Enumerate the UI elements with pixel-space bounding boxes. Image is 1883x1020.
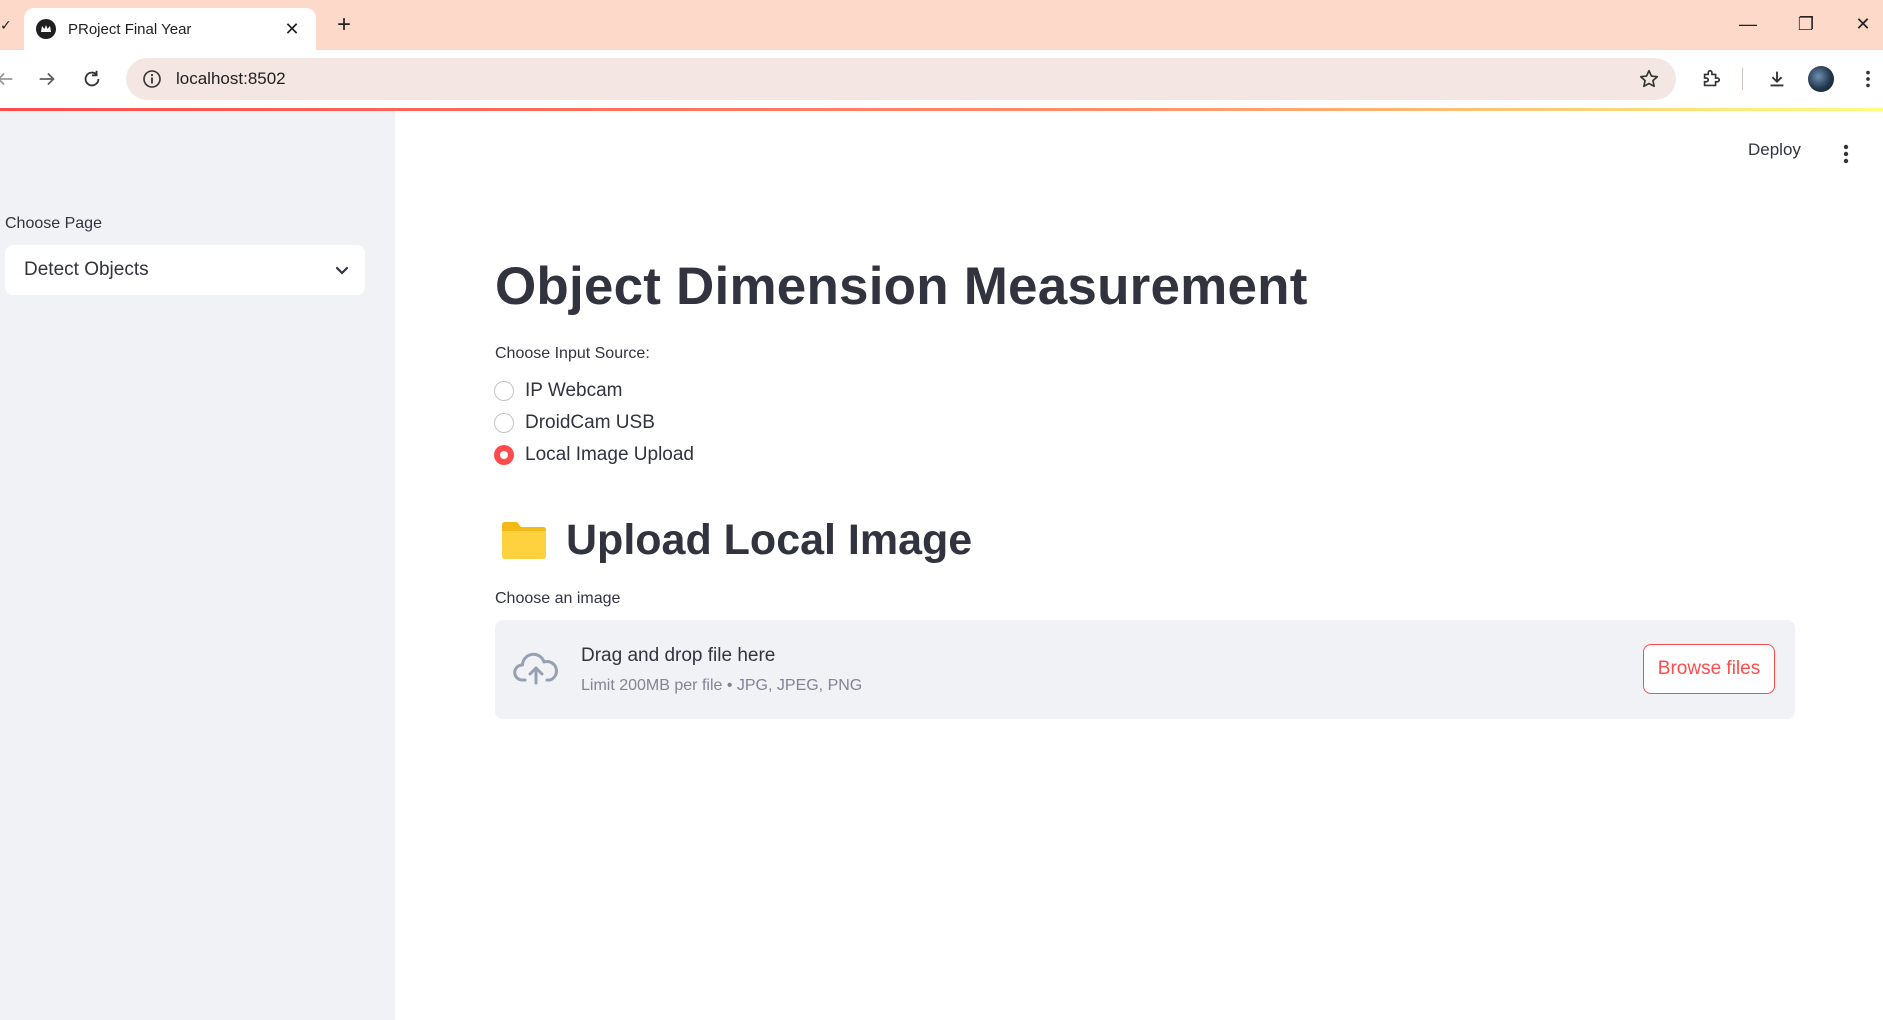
folder-icon <box>502 522 546 559</box>
profile-avatar[interactable] <box>1808 66 1834 92</box>
forward-arrow-icon[interactable] <box>32 64 62 94</box>
page-select-label: Choose Page <box>5 215 102 232</box>
back-arrow-icon[interactable] <box>0 64 20 94</box>
reload-icon[interactable] <box>77 64 107 94</box>
cloud-upload-icon <box>513 652 558 685</box>
chevron-down-icon[interactable] <box>333 261 351 279</box>
page-select-value[interactable]: Detect Objects <box>24 259 333 281</box>
new-tab-button[interactable]: + <box>330 12 358 40</box>
browse-files-button[interactable]: Browse files <box>1643 644 1775 694</box>
radio-circle-selected[interactable] <box>494 445 514 465</box>
kebab-icon[interactable] <box>1836 142 1856 166</box>
browser-menu-icon[interactable] <box>1853 64 1883 94</box>
radio-option-label: IP Webcam <box>525 380 623 401</box>
close-window-button[interactable]: ✕ <box>1843 10 1883 38</box>
toolbar-divider <box>1742 68 1743 90</box>
radio-option-label: DroidCam USB <box>525 412 655 433</box>
dropzone-limit-text: Limit 200MB per file • JPG, JPEG, PNG <box>581 677 863 694</box>
radio-local-image-upload[interactable]: Local Image Upload <box>494 442 694 468</box>
deploy-button[interactable]: Deploy <box>1748 140 1801 160</box>
radio-ip-webcam[interactable]: IP Webcam <box>494 378 623 404</box>
download-icon[interactable] <box>1762 64 1792 94</box>
input-source-label: Choose Input Source: <box>495 345 650 362</box>
url-text[interactable]: localhost:8502 <box>176 69 286 89</box>
radio-circle[interactable] <box>494 413 514 433</box>
tab-title: PRoject Final Year <box>68 20 192 38</box>
browser-toolbar: localhost:8502 <box>0 50 1883 108</box>
radio-droidcam-usb[interactable]: DroidCam USB <box>494 410 655 436</box>
bookmark-star-icon[interactable] <box>1636 66 1662 92</box>
dropzone-title: Drag and drop file here <box>581 645 776 666</box>
radio-option-label: Local Image Upload <box>525 444 694 465</box>
browser-tab-bar: ✓ PRoject Final Year ✕ + — ❐ ✕ <box>0 0 1883 50</box>
site-info-icon[interactable] <box>138 65 166 93</box>
file-dropzone[interactable]: Drag and drop file here Limit 200MB per … <box>495 620 1795 719</box>
file-uploader-label: Choose an image <box>495 590 621 607</box>
tab-overflow-icon[interactable]: ✓ <box>0 14 14 36</box>
tab-close-icon[interactable]: ✕ <box>280 19 304 40</box>
extensions-icon[interactable] <box>1696 64 1726 94</box>
page-title: Object Dimension Measurement <box>495 257 1308 316</box>
page-select[interactable]: Detect Objects <box>5 245 365 295</box>
sidebar: Choose Page Detect Objects <box>0 111 395 1020</box>
restore-button[interactable]: ❐ <box>1786 10 1826 38</box>
streamlit-favicon-icon <box>36 19 56 39</box>
upload-heading-text: Upload Local Image <box>566 515 973 564</box>
upload-heading: Upload Local Image <box>500 512 972 568</box>
minimize-button[interactable]: — <box>1728 10 1768 38</box>
browser-tab[interactable]: PRoject Final Year ✕ <box>24 8 316 50</box>
radio-circle[interactable] <box>494 381 514 401</box>
address-bar[interactable]: localhost:8502 <box>126 58 1676 100</box>
